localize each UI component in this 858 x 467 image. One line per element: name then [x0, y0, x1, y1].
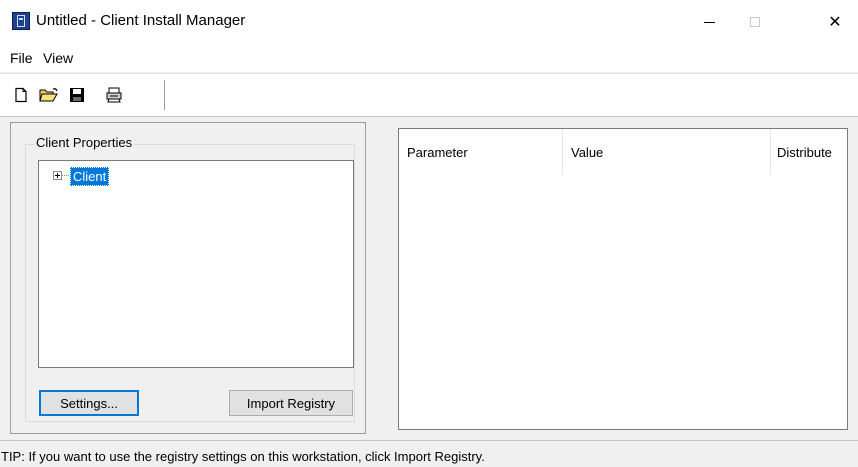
import-registry-button[interactable]: Import Registry	[229, 390, 353, 416]
close-button[interactable]: ✕	[812, 0, 858, 44]
save-button[interactable]	[66, 84, 88, 106]
minimize-icon	[703, 21, 715, 23]
toolbar	[0, 73, 858, 117]
status-bar: TIP: If you want to use the registry set…	[0, 440, 858, 467]
column-header-parameter[interactable]: Parameter	[399, 129, 563, 175]
toolbar-group	[8, 80, 165, 110]
status-tip: TIP: If you want to use the registry set…	[1, 449, 485, 464]
column-header-distribute[interactable]: Distribute	[771, 129, 847, 175]
column-header-value[interactable]: Value	[563, 129, 771, 175]
open-folder-icon	[39, 88, 58, 102]
menu-bar: File View	[0, 44, 858, 72]
print-icon	[106, 87, 122, 103]
new-button[interactable]	[10, 84, 32, 106]
client-properties-label: Client Properties	[34, 135, 135, 150]
expand-icon[interactable]	[53, 171, 62, 180]
settings-button[interactable]: Settings...	[39, 390, 139, 416]
menu-view[interactable]: View	[43, 50, 73, 66]
client-tree-view[interactable]: Client	[38, 160, 354, 368]
tree-connector	[62, 175, 69, 176]
parameter-list-view[interactable]: Parameter Value Distribute	[398, 128, 848, 430]
menu-file[interactable]: File	[10, 50, 33, 66]
print-button[interactable]	[103, 84, 125, 106]
open-button[interactable]	[38, 84, 60, 106]
close-icon: ✕	[828, 14, 842, 31]
window-title: Untitled - Client Install Manager	[36, 12, 246, 29]
minimize-button[interactable]	[686, 0, 732, 44]
app-icon	[12, 12, 30, 30]
new-file-icon	[15, 87, 27, 103]
list-header: Parameter Value Distribute	[399, 129, 847, 175]
save-icon	[70, 88, 84, 102]
title-bar[interactable]: Untitled - Client Install Manager ✕	[0, 0, 858, 44]
tree-node-client[interactable]: Client	[70, 167, 110, 186]
maximize-icon	[750, 17, 760, 27]
maximize-button[interactable]	[732, 0, 778, 44]
